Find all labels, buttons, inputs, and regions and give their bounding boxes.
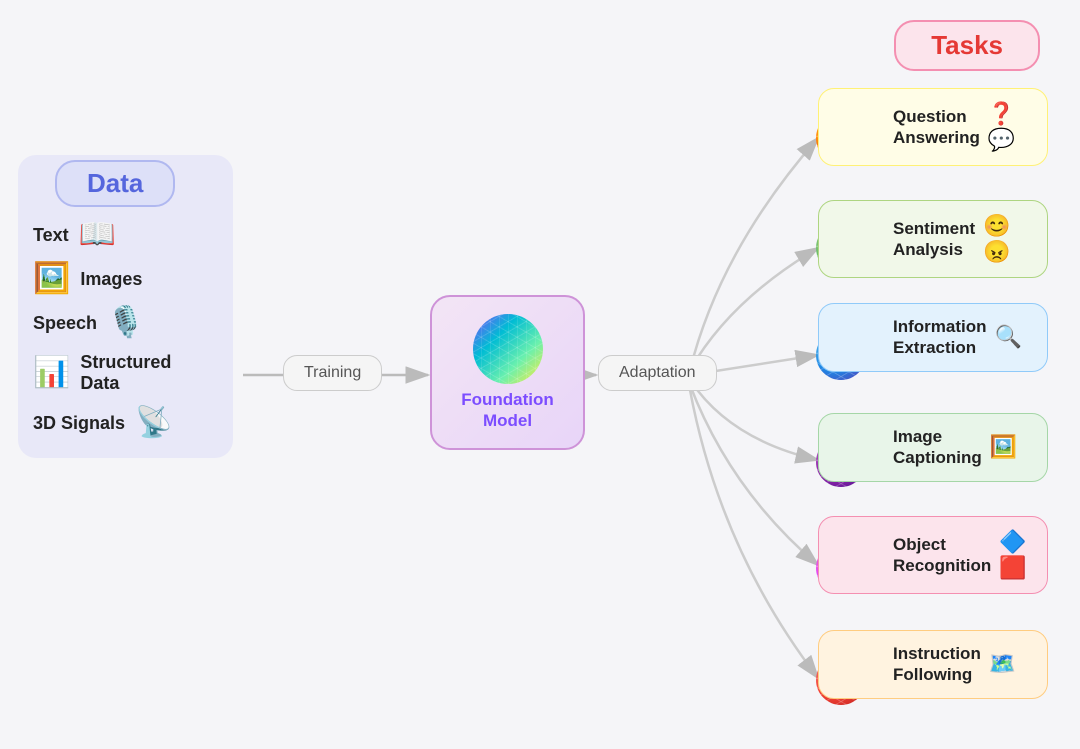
data-item-structured-label: StructuredData [80,352,171,394]
data-item-speech-label: Speech [33,313,97,334]
data-item-speech: Speech 🎙️ [33,308,218,338]
training-label: Training [304,364,361,381]
microphone-icon: 🎙️ [107,308,144,338]
tasks-title-box: Tasks [894,20,1040,71]
data-item-3d: 3D Signals 📡 [33,408,218,438]
sa-icon: 😊😠 [983,213,1031,265]
data-items-list: Text 📖 🖼️ Images Speech 🎙️ 📊 StructuredD… [33,220,218,438]
task-card-or: ObjectRecognition 🔷🟥 [818,516,1048,594]
task-card-sa: SentimentAnalysis 😊😠 [818,200,1048,278]
task-card-ic: ImageCaptioning 🖼️ [818,413,1048,482]
task-or-label: ObjectRecognition [893,534,991,577]
data-title: Data [87,168,143,198]
data-item-3d-label: 3D Signals [33,413,125,434]
adaptation-label: Adaptation [619,364,696,381]
adaptation-box: Adaptation [598,355,717,391]
qa-icon: ❓💬 [988,101,1031,153]
task-card-ie: InformationExtraction 🔍 [818,303,1048,372]
data-title-box: Data [55,160,175,207]
task-card-if: InstructionFollowing 🗺️ [818,630,1048,699]
task-if-label: InstructionFollowing [893,643,981,686]
task-ic-label: ImageCaptioning [893,426,982,469]
ic-icon: 🖼️ [990,434,1017,460]
foundation-model-box: FoundationModel [430,295,585,450]
chart-icon: 📊 [33,358,70,388]
images-icon: 🖼️ [33,264,70,294]
data-item-images: 🖼️ Images [33,264,218,294]
training-box: Training [283,355,382,391]
router-icon: 📡 [135,408,172,438]
task-sa-label: SentimentAnalysis [893,218,975,261]
foundation-model-label: FoundationModel [461,390,554,431]
data-item-structured: 📊 StructuredData [33,352,218,394]
ie-icon: 🔍 [995,324,1022,350]
tasks-title: Tasks [931,30,1003,60]
foundation-sphere [473,314,543,384]
data-item-text-label: Text [33,225,69,246]
task-qa-label: QuestionAnswering [893,106,980,149]
if-icon: 🗺️ [989,651,1016,677]
task-ie-label: InformationExtraction [893,316,987,359]
task-card-qa: QuestionAnswering ❓💬 [818,88,1048,166]
data-item-text: Text 📖 [33,220,218,250]
book-icon: 📖 [79,220,116,250]
or-icon: 🔷🟥 [999,529,1031,581]
data-item-images-label: Images [80,269,142,290]
